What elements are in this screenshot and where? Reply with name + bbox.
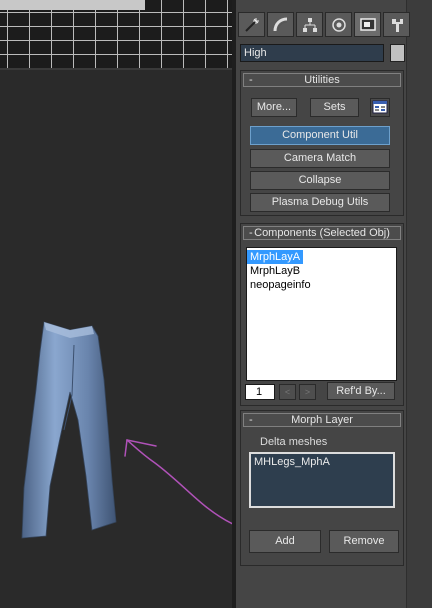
delta-meshes-label: Delta meshes (260, 436, 328, 448)
utilities-title: Utilities (304, 74, 340, 86)
next-page-button[interactable]: > (299, 384, 316, 400)
more-button[interactable]: More... (251, 98, 297, 117)
utilities-tab-icon (391, 18, 403, 32)
collapse-icon: - (249, 227, 253, 239)
utilities-rollout-header[interactable]: - Utilities (243, 73, 401, 87)
components-list[interactable]: MrphLayA MrphLayB neopageinfo (246, 247, 397, 381)
object-name-field[interactable]: High (240, 44, 384, 62)
annotation-arrow (124, 439, 232, 525)
display-tab-icon (359, 17, 376, 31)
plasma-debug-utils-button[interactable]: Plasma Debug Utils (250, 193, 390, 212)
utilities-tab[interactable] (383, 12, 410, 37)
refd-by-button[interactable]: Ref'd By... (327, 382, 395, 400)
object-color-swatch[interactable] (390, 44, 405, 62)
command-panel-tabs (238, 12, 410, 38)
create-tab-icon (244, 17, 259, 32)
morph-layer-rollout-header[interactable]: - Morph Layer (243, 413, 401, 427)
modify-tab[interactable] (267, 12, 294, 37)
display-tab[interactable] (354, 12, 381, 37)
list-item[interactable]: MrphLayB (247, 264, 396, 278)
list-item[interactable]: neopageinfo (247, 278, 396, 292)
modify-tab-icon (273, 17, 287, 31)
list-item-label: MrphLayA (247, 250, 304, 264)
delta-meshes-list[interactable]: MHLegs_MphA (249, 452, 395, 508)
prev-page-button[interactable]: < (279, 384, 296, 400)
perspective-viewport[interactable] (0, 0, 232, 608)
sets-button[interactable]: Sets (310, 98, 359, 117)
collapse-button[interactable]: Collapse (250, 171, 390, 190)
create-tab[interactable] (238, 12, 265, 37)
add-button[interactable]: Add (249, 530, 321, 553)
list-item[interactable]: MrphLayA (247, 248, 396, 264)
hierarchy-tab-icon (302, 17, 317, 32)
components-rollout-header[interactable]: - Components (Selected Obj) (243, 226, 401, 240)
scene-objects (21, 321, 232, 539)
remove-button[interactable]: Remove (329, 530, 399, 553)
collapse-icon: - (249, 414, 253, 426)
list-item[interactable]: MHLegs_MphA (251, 454, 393, 469)
hierarchy-tab[interactable] (296, 12, 323, 37)
component-util-button[interactable]: Component Util (250, 126, 390, 145)
command-panel-scrollbar[interactable] (406, 0, 432, 608)
collapse-icon: - (249, 74, 253, 86)
configure-sets-icon (372, 100, 388, 114)
components-title: Components (Selected Obj) (254, 227, 390, 239)
camera-match-button[interactable]: Camera Match (250, 149, 390, 168)
configure-sets-button[interactable] (370, 98, 390, 117)
motion-tab-icon (331, 17, 346, 32)
morph-layer-title: Morph Layer (291, 414, 353, 426)
motion-tab[interactable] (325, 12, 352, 37)
page-number-field[interactable]: 1 (245, 384, 275, 400)
pants-mesh[interactable] (21, 321, 117, 539)
